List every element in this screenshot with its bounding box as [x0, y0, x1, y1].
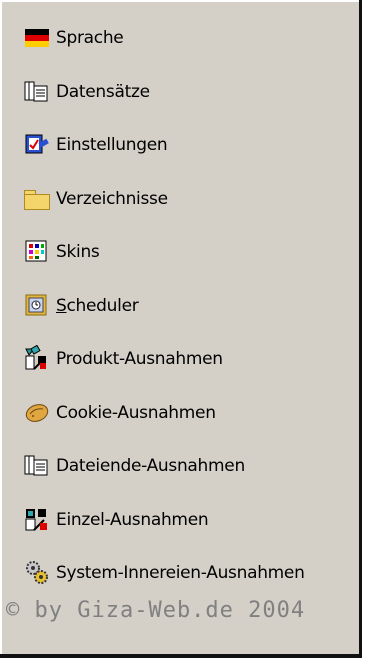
menu-item-label: Datensätze	[56, 81, 150, 102]
records-icon	[24, 78, 50, 104]
menu-item-einstellungen[interactable]: Einstellungen	[24, 131, 359, 185]
menu-item-einzel-ausnahmen[interactable]: Einzel-Ausnahmen	[24, 506, 359, 560]
menu-list: Sprache Datensätze Einstellungen Verzeic…	[24, 24, 359, 613]
menu-item-sprache[interactable]: Sprache	[24, 24, 359, 78]
cookie-icon	[24, 399, 50, 425]
menu-item-cookie-ausnahmen[interactable]: Cookie-Ausnahmen	[24, 399, 359, 453]
menu-item-label: Verzeichnisse	[56, 188, 168, 209]
folder-icon	[24, 185, 50, 211]
file-end-icon	[24, 452, 50, 478]
copyright-watermark: © by Giza-Web.de 2004	[6, 598, 306, 623]
panel-bevel: Sprache Datensätze Einstellungen Verzeic…	[0, 0, 359, 654]
menu-item-skins[interactable]: Skins	[24, 238, 359, 292]
menu-item-label: Produkt-Ausnahmen	[56, 349, 223, 369]
menu-item-label: Einzel-Ausnahmen	[56, 509, 209, 530]
menu-item-label: Skins	[56, 242, 100, 262]
menu-item-label: Scheduler	[56, 292, 139, 318]
menu-item-dateiende-ausnahmen[interactable]: Dateiende-Ausnahmen	[24, 452, 359, 506]
menu-item-produkt-ausnahmen[interactable]: Produkt-Ausnahmen	[24, 344, 359, 399]
accelerator-key: S	[56, 295, 67, 316]
single-exceptions-icon	[24, 506, 50, 532]
menu-item-label: Einstellungen	[56, 135, 168, 155]
scheduler-icon	[24, 292, 50, 318]
menu-item-verzeichnisse[interactable]: Verzeichnisse	[24, 185, 359, 239]
product-exceptions-icon	[24, 344, 50, 371]
menu-item-scheduler[interactable]: Scheduler	[24, 292, 359, 346]
menu-panel: Sprache Datensätze Einstellungen Verzeic…	[0, 0, 362, 658]
menu-item-label: Dateiende-Ausnahmen	[56, 456, 245, 476]
skins-icon	[24, 238, 50, 264]
settings-icon	[24, 131, 50, 157]
system-gears-icon	[24, 559, 50, 585]
menu-item-label: System-Innereien-Ausnahmen	[56, 563, 305, 583]
menu-item-label-rest: cheduler	[66, 295, 139, 316]
menu-item-datensaetze[interactable]: Datensätze	[24, 78, 359, 132]
german-flag-icon	[24, 24, 50, 50]
menu-item-label: Sprache	[56, 28, 124, 48]
menu-item-label: Cookie-Ausnahmen	[56, 402, 216, 423]
